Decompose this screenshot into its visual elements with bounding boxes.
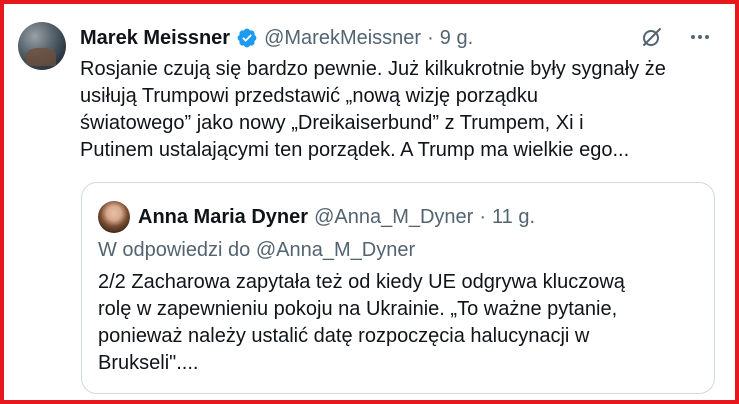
tweet-header-actions xyxy=(639,24,713,50)
author-name[interactable]: Marek Meissner xyxy=(80,27,230,50)
tweet-header: Marek Meissner @MarekMeissner · 9 g. xyxy=(80,24,473,52)
author-handle[interactable]: @MarekMeissner xyxy=(264,27,421,50)
screenshot-frame: Marek Meissner @MarekMeissner · 9 g. Ros… xyxy=(0,0,739,404)
quoted-tweet-header: Anna Maria Dyner @Anna_M_Dyner · 11 g. xyxy=(98,201,535,233)
grok-icon[interactable] xyxy=(639,24,665,50)
verified-badge-icon xyxy=(236,27,258,49)
separator-dot: · xyxy=(427,26,434,49)
quoted-separator-dot: · xyxy=(479,205,487,228)
quoted-author-handle[interactable]: @Anna_M_Dyner xyxy=(314,206,473,229)
quoted-author-name[interactable]: Anna Maria Dyner xyxy=(138,206,308,229)
reply-to-label[interactable]: W odpowiedzi do @Anna_M_Dyner xyxy=(98,239,415,262)
author-avatar[interactable] xyxy=(18,22,66,70)
quoted-tweet-text: 2/2 Zacharowa zapytała też od kiedy UE o… xyxy=(98,271,625,374)
more-horizontal-icon[interactable] xyxy=(687,24,713,50)
quoted-tweet[interactable]: Anna Maria Dyner @Anna_M_Dyner · 11 g. W… xyxy=(81,182,715,394)
quoted-tweet-timestamp[interactable]: 11 g. xyxy=(492,206,535,229)
tweet-timestamp[interactable]: 9 g. xyxy=(440,27,473,50)
tweet-text: Rosjanie czują się bardzo pewnie. Już ki… xyxy=(80,58,666,161)
quoted-author-avatar[interactable] xyxy=(98,201,130,233)
